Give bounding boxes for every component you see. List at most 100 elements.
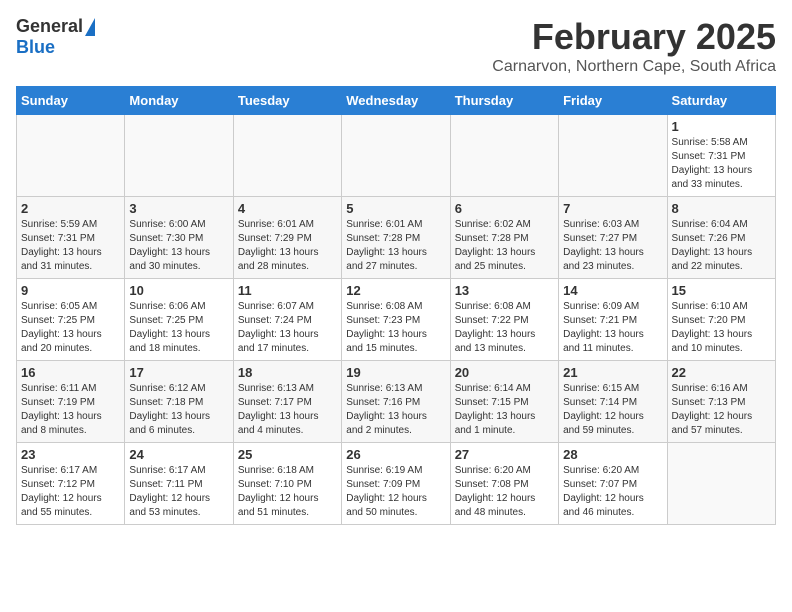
day-info: Sunrise: 6:14 AM Sunset: 7:15 PM Dayligh… — [455, 382, 554, 438]
calendar-cell: 12 Sunrise: 6:08 AM Sunset: 7:23 PM Dayli… — [342, 279, 450, 361]
day-info: Sunrise: 6:15 AM Sunset: 7:14 PM Dayligh… — [563, 382, 662, 438]
day-info: Sunrise: 6:05 AM Sunset: 7:25 PM Dayligh… — [21, 300, 120, 356]
logo-triangle-icon — [85, 18, 95, 36]
day-number: 20 — [455, 365, 554, 380]
location-title: Carnarvon, Northern Cape, South Africa — [492, 58, 776, 76]
day-number: 13 — [455, 283, 554, 298]
calendar-cell: 10 Sunrise: 6:06 AM Sunset: 7:25 PM Dayli… — [125, 279, 233, 361]
day-number: 8 — [672, 201, 771, 216]
day-number: 23 — [21, 447, 120, 462]
calendar-cell — [125, 115, 233, 197]
day-number: 12 — [346, 283, 445, 298]
day-number: 19 — [346, 365, 445, 380]
day-info: Sunrise: 6:04 AM Sunset: 7:26 PM Dayligh… — [672, 218, 771, 274]
calendar-cell — [559, 115, 667, 197]
header: General Blue February 2025 Carnarvon, No… — [16, 16, 776, 76]
calendar-cell — [342, 115, 450, 197]
calendar-cell: 17 Sunrise: 6:12 AM Sunset: 7:18 PM Dayli… — [125, 361, 233, 443]
calendar-cell — [233, 115, 341, 197]
calendar-cell: 15Sunrise: 6:10 AM Sunset: 7:20 PM Dayli… — [667, 279, 775, 361]
day-number: 11 — [238, 283, 337, 298]
day-number: 2 — [21, 201, 120, 216]
day-number: 3 — [129, 201, 228, 216]
day-number: 18 — [238, 365, 337, 380]
calendar-cell: 27 Sunrise: 6:20 AM Sunset: 7:08 PM Dayli… — [450, 443, 558, 525]
day-number: 28 — [563, 447, 662, 462]
day-number: 4 — [238, 201, 337, 216]
day-info: Sunrise: 6:08 AM Sunset: 7:22 PM Dayligh… — [455, 300, 554, 356]
day-info: Sunrise: 6:11 AM Sunset: 7:19 PM Dayligh… — [21, 382, 120, 438]
calendar-cell: 22 Sunrise: 6:16 AM Sunset: 7:13 PM Dayli… — [667, 361, 775, 443]
calendar-week-3: 16 Sunrise: 6:11 AM Sunset: 7:19 PM Dayli… — [17, 361, 776, 443]
day-info: Sunrise: 6:13 AM Sunset: 7:17 PM Dayligh… — [238, 382, 337, 438]
calendar-cell — [667, 443, 775, 525]
calendar-cell: 3 Sunrise: 6:00 AM Sunset: 7:30 PM Daylig… — [125, 197, 233, 279]
day-info: Sunrise: 5:58 AM Sunset: 7:31 PM Dayligh… — [672, 136, 771, 192]
day-info: Sunrise: 6:17 AM Sunset: 7:12 PM Dayligh… — [21, 464, 120, 520]
calendar-cell: 25Sunrise: 6:18 AM Sunset: 7:10 PM Dayli… — [233, 443, 341, 525]
day-number: 1 — [672, 119, 771, 134]
day-header-tuesday: Tuesday — [233, 87, 341, 115]
day-info: Sunrise: 6:01 AM Sunset: 7:28 PM Dayligh… — [346, 218, 445, 274]
calendar-week-4: 23 Sunrise: 6:17 AM Sunset: 7:12 PM Dayli… — [17, 443, 776, 525]
day-info: Sunrise: 6:08 AM Sunset: 7:23 PM Dayligh… — [346, 300, 445, 356]
day-info: Sunrise: 6:17 AM Sunset: 7:11 PM Dayligh… — [129, 464, 228, 520]
calendar-week-0: 1 Sunrise: 5:58 AM Sunset: 7:31 PM Daylig… — [17, 115, 776, 197]
day-info: Sunrise: 6:13 AM Sunset: 7:16 PM Dayligh… — [346, 382, 445, 438]
calendar-cell: 21Sunrise: 6:15 AM Sunset: 7:14 PM Dayli… — [559, 361, 667, 443]
day-info: Sunrise: 6:01 AM Sunset: 7:29 PM Dayligh… — [238, 218, 337, 274]
calendar-cell: 24 Sunrise: 6:17 AM Sunset: 7:11 PM Dayli… — [125, 443, 233, 525]
calendar-cell: 18 Sunrise: 6:13 AM Sunset: 7:17 PM Dayli… — [233, 361, 341, 443]
day-number: 9 — [21, 283, 120, 298]
day-header-wednesday: Wednesday — [342, 87, 450, 115]
day-info: Sunrise: 6:10 AM Sunset: 7:20 PM Dayligh… — [672, 300, 771, 356]
calendar-cell: 8 Sunrise: 6:04 AM Sunset: 7:26 PM Daylig… — [667, 197, 775, 279]
day-info: Sunrise: 6:02 AM Sunset: 7:28 PM Dayligh… — [455, 218, 554, 274]
day-info: Sunrise: 6:09 AM Sunset: 7:21 PM Dayligh… — [563, 300, 662, 356]
day-number: 7 — [563, 201, 662, 216]
day-info: Sunrise: 6:07 AM Sunset: 7:24 PM Dayligh… — [238, 300, 337, 356]
calendar-week-1: 2 Sunrise: 5:59 AM Sunset: 7:31 PM Daylig… — [17, 197, 776, 279]
day-info: Sunrise: 6:19 AM Sunset: 7:09 PM Dayligh… — [346, 464, 445, 520]
calendar-cell: 6 Sunrise: 6:02 AM Sunset: 7:28 PM Daylig… — [450, 197, 558, 279]
calendar-cell: 19 Sunrise: 6:13 AM Sunset: 7:16 PM Dayli… — [342, 361, 450, 443]
day-number: 17 — [129, 365, 228, 380]
day-info: Sunrise: 6:20 AM Sunset: 7:08 PM Dayligh… — [455, 464, 554, 520]
day-number: 25 — [238, 447, 337, 462]
day-number: 14 — [563, 283, 662, 298]
calendar-cell: 26Sunrise: 6:19 AM Sunset: 7:09 PM Dayli… — [342, 443, 450, 525]
calendar-header-row: SundayMondayTuesdayWednesdayThursdayFrid… — [17, 87, 776, 115]
logo: General Blue — [16, 16, 95, 58]
day-info: Sunrise: 6:12 AM Sunset: 7:18 PM Dayligh… — [129, 382, 228, 438]
day-number: 6 — [455, 201, 554, 216]
calendar-cell: 7 Sunrise: 6:03 AM Sunset: 7:27 PM Daylig… — [559, 197, 667, 279]
calendar-cell: 4 Sunrise: 6:01 AM Sunset: 7:29 PM Daylig… — [233, 197, 341, 279]
logo-blue-text: Blue — [16, 37, 55, 58]
calendar-cell: 9 Sunrise: 6:05 AM Sunset: 7:25 PM Daylig… — [17, 279, 125, 361]
calendar-cell: 20 Sunrise: 6:14 AM Sunset: 7:15 PM Dayli… — [450, 361, 558, 443]
calendar-cell: 28Sunrise: 6:20 AM Sunset: 7:07 PM Dayli… — [559, 443, 667, 525]
day-number: 22 — [672, 365, 771, 380]
day-info: Sunrise: 6:00 AM Sunset: 7:30 PM Dayligh… — [129, 218, 228, 274]
day-number: 24 — [129, 447, 228, 462]
calendar-cell: 23 Sunrise: 6:17 AM Sunset: 7:12 PM Dayli… — [17, 443, 125, 525]
day-number: 5 — [346, 201, 445, 216]
day-header-thursday: Thursday — [450, 87, 558, 115]
calendar-cell: 5 Sunrise: 6:01 AM Sunset: 7:28 PM Daylig… — [342, 197, 450, 279]
day-header-saturday: Saturday — [667, 87, 775, 115]
day-number: 16 — [21, 365, 120, 380]
calendar-cell: 2 Sunrise: 5:59 AM Sunset: 7:31 PM Daylig… — [17, 197, 125, 279]
day-info: Sunrise: 6:16 AM Sunset: 7:13 PM Dayligh… — [672, 382, 771, 438]
calendar-week-2: 9 Sunrise: 6:05 AM Sunset: 7:25 PM Daylig… — [17, 279, 776, 361]
day-info: Sunrise: 6:03 AM Sunset: 7:27 PM Dayligh… — [563, 218, 662, 274]
day-number: 10 — [129, 283, 228, 298]
calendar-cell: 16 Sunrise: 6:11 AM Sunset: 7:19 PM Dayli… — [17, 361, 125, 443]
day-number: 27 — [455, 447, 554, 462]
calendar-cell — [450, 115, 558, 197]
calendar-cell: 11 Sunrise: 6:07 AM Sunset: 7:24 PM Dayli… — [233, 279, 341, 361]
day-header-sunday: Sunday — [17, 87, 125, 115]
calendar-cell: 1 Sunrise: 5:58 AM Sunset: 7:31 PM Daylig… — [667, 115, 775, 197]
day-info: Sunrise: 6:06 AM Sunset: 7:25 PM Dayligh… — [129, 300, 228, 356]
day-info: Sunrise: 5:59 AM Sunset: 7:31 PM Dayligh… — [21, 218, 120, 274]
calendar-table: SundayMondayTuesdayWednesdayThursdayFrid… — [16, 86, 776, 525]
